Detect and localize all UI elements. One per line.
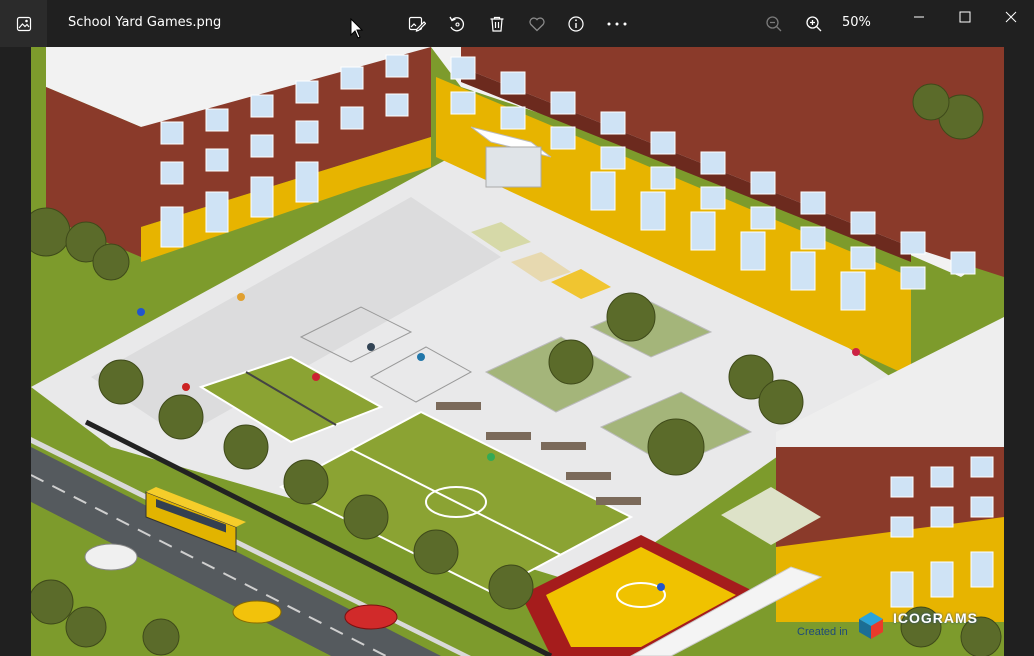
close-icon[interactable] (988, 0, 1034, 34)
zoom-level[interactable]: 50% (842, 15, 871, 30)
info-icon[interactable] (563, 11, 589, 37)
red-car (344, 604, 398, 630)
favorite-icon[interactable] (524, 11, 550, 37)
more-icon[interactable] (604, 11, 630, 37)
watermark-prefix: Created in (797, 626, 848, 638)
zoom-out-icon[interactable] (761, 11, 787, 37)
minimize-icon[interactable] (896, 0, 942, 34)
taxi-car (232, 600, 282, 624)
delete-icon[interactable] (484, 11, 510, 37)
white-car (84, 543, 138, 571)
watermark-text: Created in (797, 622, 848, 640)
photos-app-icon[interactable] (0, 0, 47, 47)
edit-image-icon[interactable] (404, 11, 430, 37)
zoom-in-icon[interactable] (801, 11, 827, 37)
maximize-icon[interactable] (942, 0, 988, 34)
image-viewport[interactable]: Created in ICOGRAMS (31, 47, 1004, 656)
watermark-brand: ICOGRAMS (893, 610, 978, 626)
title-bar: School Yard Games.png 50% (0, 0, 1034, 47)
school-yard-illustration (31, 47, 1004, 656)
file-name: School Yard Games.png (68, 15, 222, 30)
rotate-icon[interactable] (444, 11, 470, 37)
mouse-cursor-icon (350, 17, 364, 44)
